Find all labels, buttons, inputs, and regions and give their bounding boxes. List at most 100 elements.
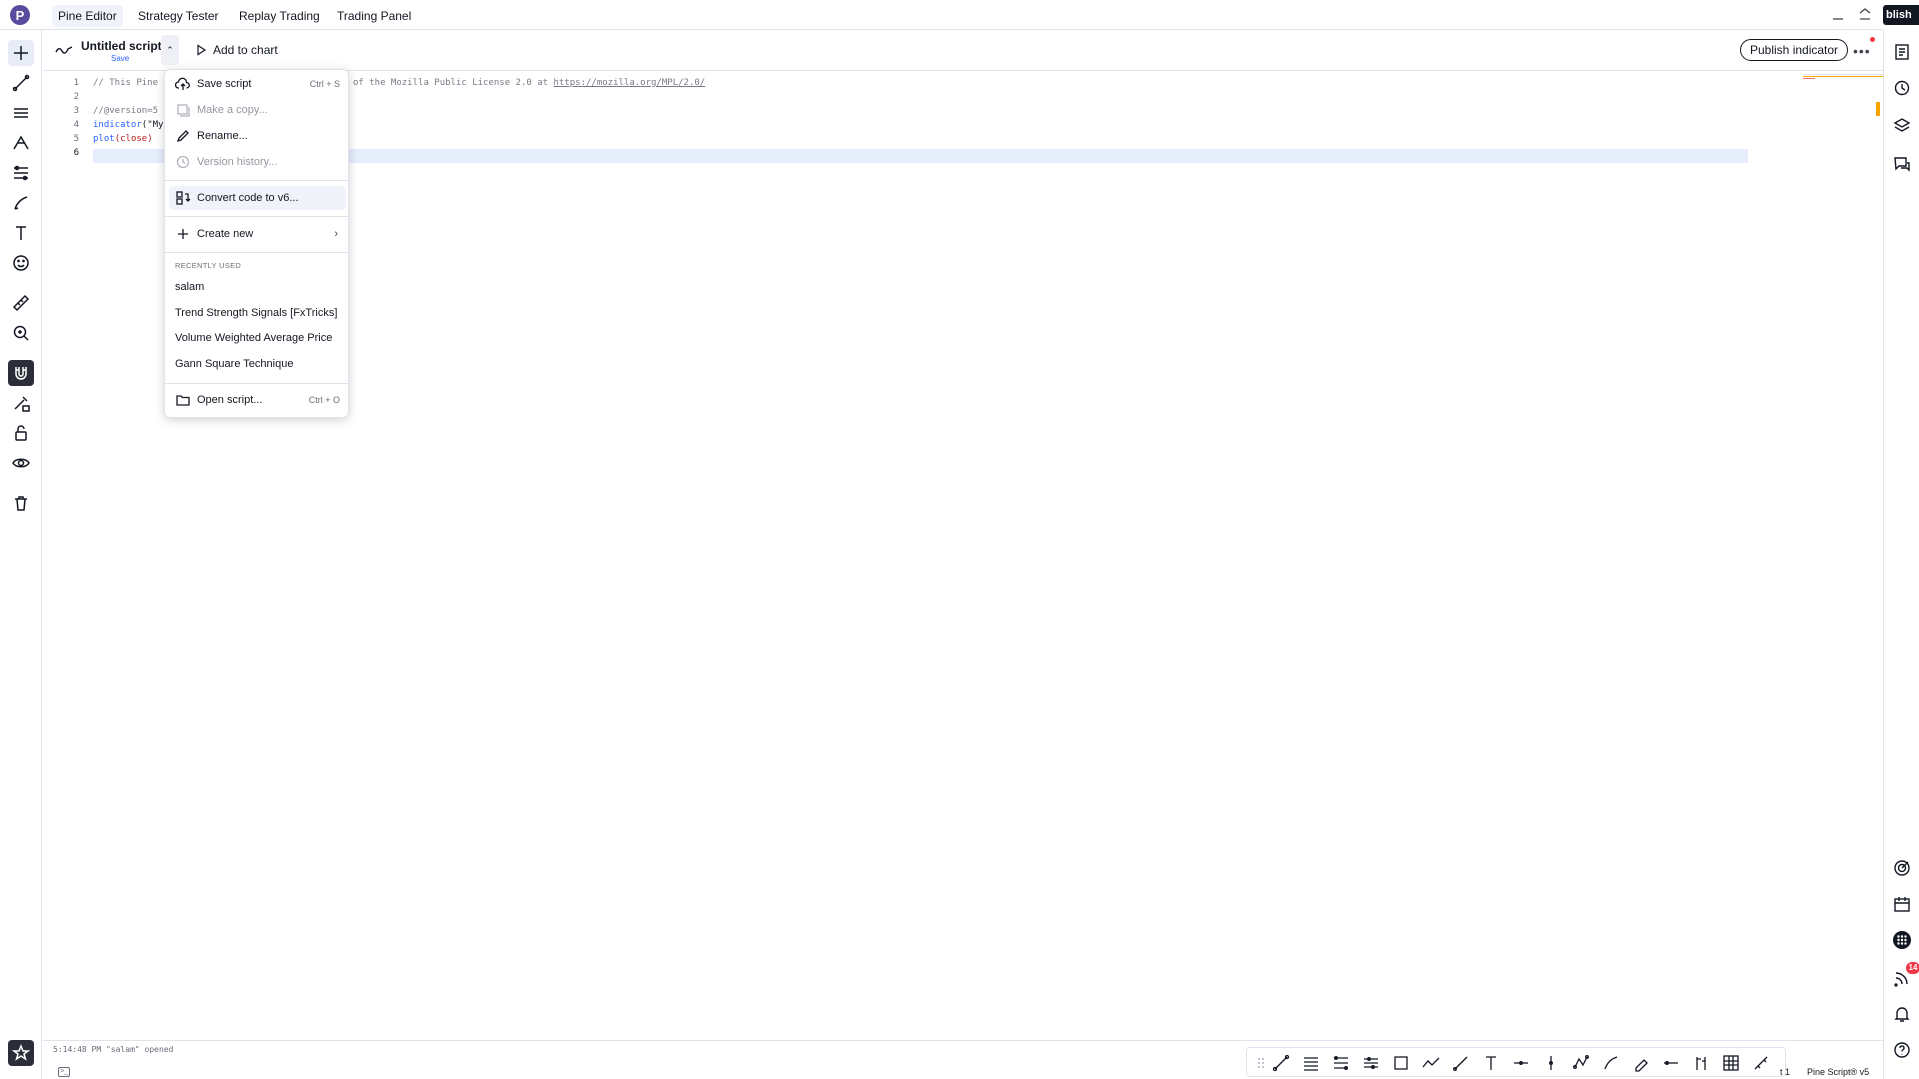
brush-icon[interactable] (8, 190, 34, 216)
emoji-icon[interactable] (8, 250, 34, 276)
license-link[interactable]: https://mozilla.org/MPL/2.0/ (553, 78, 705, 88)
highlighter-icon[interactable] (1631, 1053, 1651, 1073)
text-icon[interactable] (1481, 1053, 1501, 1073)
script-menu-caret-button[interactable]: ⌃ (161, 35, 179, 65)
grid-icon[interactable] (1721, 1053, 1741, 1073)
line-number: 6 (73, 148, 79, 158)
apps-grid-icon[interactable] (1890, 928, 1914, 952)
horizontal-lines-icon[interactable] (8, 100, 34, 126)
publish-indicator-button[interactable]: Publish indicator (1740, 39, 1849, 61)
help-icon[interactable] (1890, 1038, 1914, 1062)
top-tab-bar: P Pine Editor Strategy Tester Replay Tra… (0, 0, 1883, 30)
save-link[interactable]: Save (111, 54, 129, 63)
target-icon[interactable] (1890, 856, 1914, 880)
add-to-chart-button[interactable]: Add to chart (195, 43, 278, 57)
recent-script-item[interactable]: salam (175, 281, 204, 293)
recent-script-item[interactable]: Trend Strength Signals [FxTricks] (175, 307, 337, 319)
vertical-line-icon[interactable] (1541, 1053, 1561, 1073)
menu-divider (165, 216, 350, 217)
code-line-5: plot(close) (93, 134, 153, 144)
recent-script-item[interactable]: Volume Weighted Average Price (175, 332, 332, 344)
menu-item-rename[interactable]: Rename... (169, 124, 346, 148)
menu-item-save-script[interactable]: Save script Ctrl + S (169, 72, 346, 96)
code-comment: of the Mozilla Public License 2.0 at (353, 78, 554, 88)
menu-item-version-history: Version history... (169, 150, 346, 174)
left-drawing-toolbar (0, 30, 42, 1079)
play-icon (197, 44, 207, 56)
cursor-position: t 1 (1780, 1067, 1791, 1077)
menu-item-label: Save script (197, 78, 252, 90)
zoom-in-icon[interactable] (8, 320, 34, 346)
menu-item-label: Create new (197, 228, 254, 240)
lock-icon[interactable] (8, 420, 34, 446)
indicator-wave-icon (55, 46, 73, 54)
menu-divider (165, 180, 350, 181)
menu-item-create-new[interactable]: Create new › (169, 222, 346, 246)
minimize-icon[interactable] (1829, 6, 1847, 24)
measure-icon[interactable] (1751, 1053, 1771, 1073)
script-title[interactable]: Untitled script (81, 39, 162, 53)
lock-drawing-icon[interactable] (8, 390, 34, 416)
alerts-clock-icon[interactable] (1890, 76, 1914, 100)
code-line-3: //@version=5 (93, 106, 159, 116)
magnet-icon[interactable] (8, 360, 34, 386)
line-number: 2 (73, 92, 79, 102)
menu-item-convert-v6[interactable]: Convert code to v6... (169, 186, 346, 210)
ray-icon[interactable] (1451, 1053, 1471, 1073)
tab-strategy-tester[interactable]: Strategy Tester (132, 5, 224, 27)
star-icon[interactable] (8, 1040, 34, 1066)
console-icon[interactable]: >_ (58, 1067, 70, 1077)
menu-divider (165, 252, 350, 253)
tab-pine-editor[interactable]: Pine Editor (52, 5, 123, 27)
menu-item-label: Open script... (197, 394, 263, 406)
long-position-icon[interactable] (1691, 1053, 1711, 1073)
fib-channel-icon[interactable] (1361, 1053, 1381, 1073)
pine-version-label[interactable]: Pine Script® v5 (1807, 1067, 1869, 1077)
menu-item-label: Make a copy... (197, 104, 268, 116)
parallel-channel-icon[interactable] (1301, 1053, 1321, 1073)
eye-icon[interactable] (8, 450, 34, 476)
fib-retracement-icon[interactable] (8, 160, 34, 186)
recent-script-item[interactable]: Gann Square Technique (175, 358, 293, 370)
notification-dot (1870, 37, 1875, 42)
console-message: 5:14:48 PM "salam" opened (53, 1045, 174, 1054)
trend-line-icon[interactable] (8, 70, 34, 96)
horizontal-line-icon[interactable] (1661, 1053, 1681, 1073)
tab-trading-panel[interactable]: Trading Panel (331, 5, 417, 27)
more-options-icon[interactable]: ••• (1853, 43, 1871, 59)
user-avatar[interactable]: P (10, 5, 30, 25)
plus-icon (175, 226, 191, 242)
chat-icon[interactable] (1890, 152, 1914, 176)
drag-handle-icon[interactable] (1251, 1053, 1264, 1073)
code-line-1-end: of the Mozilla Public License 2.0 at htt… (353, 78, 705, 88)
add-to-chart-label: Add to chart (213, 43, 278, 57)
tab-replay-trading[interactable]: Replay Trading (233, 5, 326, 27)
folder-icon (175, 392, 191, 408)
path-icon[interactable] (1421, 1053, 1441, 1073)
pitchfork-icon[interactable] (8, 130, 34, 156)
trend-line-icon[interactable] (1271, 1053, 1291, 1073)
trash-icon[interactable] (8, 490, 34, 516)
brush-icon[interactable] (1601, 1053, 1621, 1073)
code-line-4: indicator("My (93, 120, 163, 130)
fib-tool-icon[interactable] (1331, 1053, 1351, 1073)
bell-icon[interactable] (1890, 1002, 1914, 1026)
publish-button-truncated[interactable]: blish (1883, 5, 1919, 25)
layers-icon[interactable] (1890, 114, 1914, 138)
watchlist-icon[interactable] (1890, 40, 1914, 64)
pattern-icon[interactable] (1571, 1053, 1591, 1073)
rectangle-icon[interactable] (1391, 1053, 1411, 1073)
code-args: (close) (114, 134, 153, 144)
horizontal-ray-icon[interactable] (1511, 1053, 1531, 1073)
text-icon[interactable] (8, 220, 34, 246)
calendar-icon[interactable] (1890, 892, 1914, 916)
floating-drawing-toolbar (1246, 1047, 1786, 1077)
maximize-icon[interactable] (1856, 6, 1874, 24)
menu-item-label: Convert code to v6... (197, 192, 299, 204)
ruler-icon[interactable] (8, 290, 34, 316)
crosshair-icon[interactable] (8, 40, 34, 66)
menu-item-open-script[interactable]: Open script... Ctrl + O (169, 388, 346, 412)
code-args: ("My (141, 120, 164, 130)
cloud-upload-icon (174, 76, 191, 92)
news-feed-icon[interactable]: 14 (1890, 962, 1919, 990)
